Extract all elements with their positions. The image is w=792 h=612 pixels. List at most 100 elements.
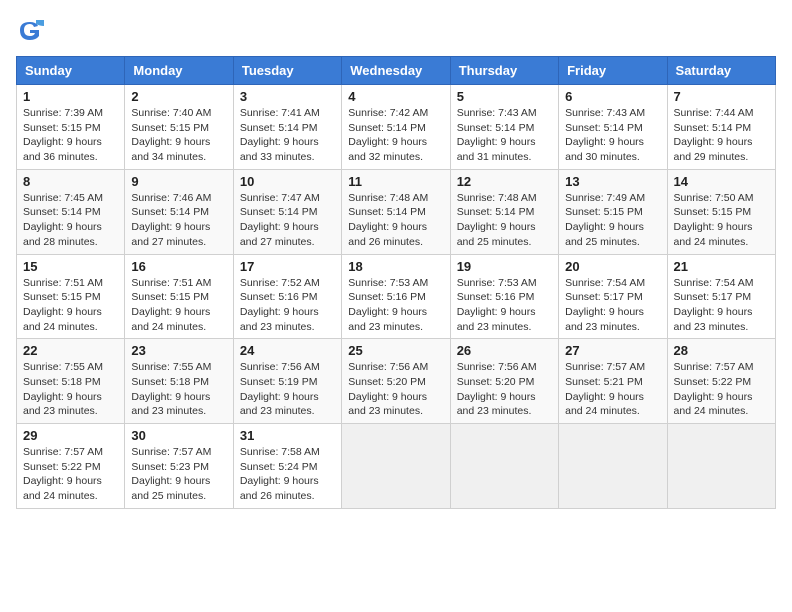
day-number: 8 <box>23 174 118 189</box>
day-info: Sunrise: 7:55 AMSunset: 5:18 PMDaylight:… <box>131 360 226 419</box>
calendar-cell: 9 Sunrise: 7:46 AMSunset: 5:14 PMDaylight… <box>125 169 233 254</box>
weekday-header-wednesday: Wednesday <box>342 57 450 85</box>
day-info: Sunrise: 7:56 AMSunset: 5:19 PMDaylight:… <box>240 360 335 419</box>
calendar-cell: 13Sunrise: 7:49 AMSunset: 5:15 PMDayligh… <box>559 169 667 254</box>
day-info: Sunrise: 7:45 AMSunset: 5:14 PMDaylight:… <box>23 191 118 250</box>
day-number: 13 <box>565 174 660 189</box>
calendar-cell <box>450 424 558 509</box>
day-info: Sunrise: 7:40 AMSunset: 5:15 PMDaylight:… <box>131 106 226 165</box>
day-info: Sunrise: 7:48 AMSunset: 5:14 PMDaylight:… <box>457 191 552 250</box>
day-number: 14 <box>674 174 769 189</box>
day-info: Sunrise: 7:48 AMSunset: 5:14 PMDaylight:… <box>348 191 443 250</box>
day-info: Sunrise: 7:54 AMSunset: 5:17 PMDaylight:… <box>565 276 660 335</box>
calendar-cell: 25 Sunrise: 7:56 AMSunset: 5:20 PMDayligh… <box>342 339 450 424</box>
day-info: Sunrise: 7:56 AMSunset: 5:20 PMDaylight:… <box>348 360 443 419</box>
day-number: 22 <box>23 343 118 358</box>
day-info: Sunrise: 7:53 AMSunset: 5:16 PMDaylight:… <box>457 276 552 335</box>
calendar-cell <box>667 424 775 509</box>
logo-icon <box>16 16 44 44</box>
calendar-cell: 30Sunrise: 7:57 AMSunset: 5:23 PMDayligh… <box>125 424 233 509</box>
day-info: Sunrise: 7:46 AMSunset: 5:14 PMDaylight:… <box>131 191 226 250</box>
day-info: Sunrise: 7:43 AMSunset: 5:14 PMDaylight:… <box>457 106 552 165</box>
calendar-cell <box>559 424 667 509</box>
day-number: 18 <box>348 259 443 274</box>
day-info: Sunrise: 7:44 AMSunset: 5:14 PMDaylight:… <box>674 106 769 165</box>
day-number: 10 <box>240 174 335 189</box>
day-info: Sunrise: 7:53 AMSunset: 5:16 PMDaylight:… <box>348 276 443 335</box>
day-number: 5 <box>457 89 552 104</box>
calendar-cell: 28Sunrise: 7:57 AMSunset: 5:22 PMDayligh… <box>667 339 775 424</box>
day-number: 27 <box>565 343 660 358</box>
day-number: 6 <box>565 89 660 104</box>
day-number: 31 <box>240 428 335 443</box>
calendar-cell: 5 Sunrise: 7:43 AMSunset: 5:14 PMDaylight… <box>450 85 558 170</box>
day-number: 7 <box>674 89 769 104</box>
calendar-cell: 17 Sunrise: 7:52 AMSunset: 5:16 PMDayligh… <box>233 254 341 339</box>
calendar-cell: 27 Sunrise: 7:57 AMSunset: 5:21 PMDayligh… <box>559 339 667 424</box>
calendar-cell: 12 Sunrise: 7:48 AMSunset: 5:14 PMDayligh… <box>450 169 558 254</box>
day-info: Sunrise: 7:43 AMSunset: 5:14 PMDaylight:… <box>565 106 660 165</box>
day-info: Sunrise: 7:58 AMSunset: 5:24 PMDaylight:… <box>240 445 335 504</box>
day-info: Sunrise: 7:57 AMSunset: 5:22 PMDaylight:… <box>23 445 118 504</box>
day-info: Sunrise: 7:55 AMSunset: 5:18 PMDaylight:… <box>23 360 118 419</box>
day-number: 16 <box>131 259 226 274</box>
calendar-cell <box>342 424 450 509</box>
day-number: 12 <box>457 174 552 189</box>
day-info: Sunrise: 7:57 AMSunset: 5:22 PMDaylight:… <box>674 360 769 419</box>
calendar-cell: 4 Sunrise: 7:42 AMSunset: 5:14 PMDaylight… <box>342 85 450 170</box>
weekday-header-saturday: Saturday <box>667 57 775 85</box>
calendar-cell: 7 Sunrise: 7:44 AMSunset: 5:14 PMDaylight… <box>667 85 775 170</box>
calendar-cell: 15 Sunrise: 7:51 AMSunset: 5:15 PMDayligh… <box>17 254 125 339</box>
calendar-cell: 24 Sunrise: 7:56 AMSunset: 5:19 PMDayligh… <box>233 339 341 424</box>
day-number: 2 <box>131 89 226 104</box>
day-number: 24 <box>240 343 335 358</box>
day-info: Sunrise: 7:57 AMSunset: 5:21 PMDaylight:… <box>565 360 660 419</box>
calendar-cell: 22 Sunrise: 7:55 AMSunset: 5:18 PMDayligh… <box>17 339 125 424</box>
calendar-cell: 16 Sunrise: 7:51 AMSunset: 5:15 PMDayligh… <box>125 254 233 339</box>
day-number: 1 <box>23 89 118 104</box>
calendar-cell: 31 Sunrise: 7:58 AMSunset: 5:24 PMDayligh… <box>233 424 341 509</box>
day-info: Sunrise: 7:51 AMSunset: 5:15 PMDaylight:… <box>131 276 226 335</box>
day-info: Sunrise: 7:42 AMSunset: 5:14 PMDaylight:… <box>348 106 443 165</box>
day-number: 15 <box>23 259 118 274</box>
calendar-cell: 18 Sunrise: 7:53 AMSunset: 5:16 PMDayligh… <box>342 254 450 339</box>
day-info: Sunrise: 7:52 AMSunset: 5:16 PMDaylight:… <box>240 276 335 335</box>
weekday-header-row: SundayMondayTuesdayWednesdayThursdayFrid… <box>17 57 776 85</box>
calendar-cell: 20 Sunrise: 7:54 AMSunset: 5:17 PMDayligh… <box>559 254 667 339</box>
calendar-cell: 11 Sunrise: 7:48 AMSunset: 5:14 PMDayligh… <box>342 169 450 254</box>
calendar-cell: 3Sunrise: 7:41 AMSunset: 5:14 PMDaylight… <box>233 85 341 170</box>
calendar-cell: 26Sunrise: 7:56 AMSunset: 5:20 PMDayligh… <box>450 339 558 424</box>
calendar-cell: 23Sunrise: 7:55 AMSunset: 5:18 PMDayligh… <box>125 339 233 424</box>
weekday-header-monday: Monday <box>125 57 233 85</box>
day-number: 21 <box>674 259 769 274</box>
calendar-cell: 8 Sunrise: 7:45 AMSunset: 5:14 PMDaylight… <box>17 169 125 254</box>
day-info: Sunrise: 7:51 AMSunset: 5:15 PMDaylight:… <box>23 276 118 335</box>
calendar-cell: 14 Sunrise: 7:50 AMSunset: 5:15 PMDayligh… <box>667 169 775 254</box>
weekday-header-friday: Friday <box>559 57 667 85</box>
day-number: 29 <box>23 428 118 443</box>
day-info: Sunrise: 7:39 AMSunset: 5:15 PMDaylight:… <box>23 106 118 165</box>
calendar-cell: 2 Sunrise: 7:40 AMSunset: 5:15 PMDaylight… <box>125 85 233 170</box>
day-number: 17 <box>240 259 335 274</box>
calendar-cell: 10Sunrise: 7:47 AMSunset: 5:14 PMDayligh… <box>233 169 341 254</box>
day-number: 4 <box>348 89 443 104</box>
day-number: 19 <box>457 259 552 274</box>
day-number: 25 <box>348 343 443 358</box>
weekday-header-tuesday: Tuesday <box>233 57 341 85</box>
calendar-week-row: 15 Sunrise: 7:51 AMSunset: 5:15 PMDayligh… <box>17 254 776 339</box>
day-number: 30 <box>131 428 226 443</box>
calendar-body: 1 Sunrise: 7:39 AMSunset: 5:15 PMDaylight… <box>17 85 776 509</box>
logo <box>16 16 48 44</box>
calendar-cell: 29 Sunrise: 7:57 AMSunset: 5:22 PMDayligh… <box>17 424 125 509</box>
calendar-cell: 6 Sunrise: 7:43 AMSunset: 5:14 PMDaylight… <box>559 85 667 170</box>
calendar-cell: 1 Sunrise: 7:39 AMSunset: 5:15 PMDaylight… <box>17 85 125 170</box>
day-number: 9 <box>131 174 226 189</box>
calendar-header: SundayMondayTuesdayWednesdayThursdayFrid… <box>17 57 776 85</box>
day-info: Sunrise: 7:41 AMSunset: 5:14 PMDaylight:… <box>240 106 335 165</box>
day-info: Sunrise: 7:50 AMSunset: 5:15 PMDaylight:… <box>674 191 769 250</box>
calendar-week-row: 29 Sunrise: 7:57 AMSunset: 5:22 PMDayligh… <box>17 424 776 509</box>
header <box>16 16 776 44</box>
calendar-cell: 21Sunrise: 7:54 AMSunset: 5:17 PMDayligh… <box>667 254 775 339</box>
day-number: 20 <box>565 259 660 274</box>
day-number: 11 <box>348 174 443 189</box>
